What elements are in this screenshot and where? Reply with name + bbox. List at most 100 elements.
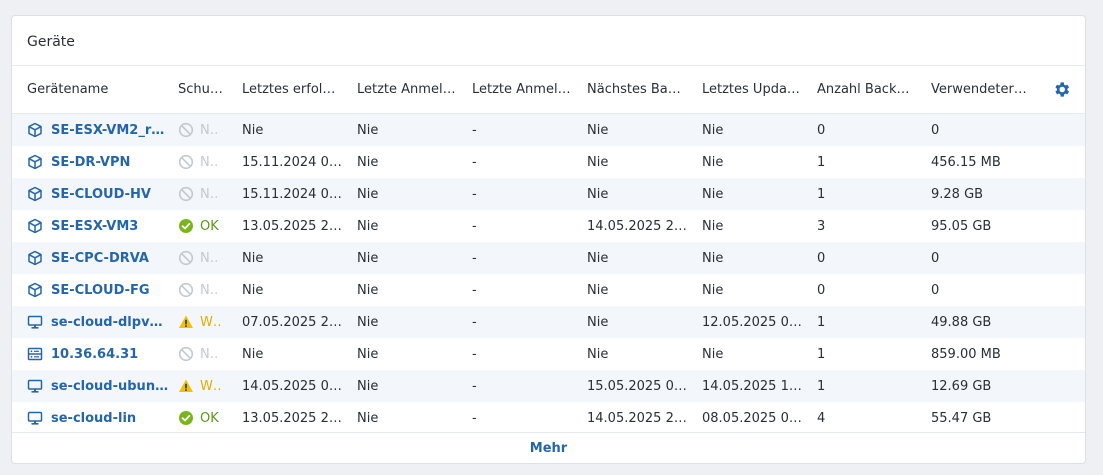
table-row[interactable]: SE-CPC-DRVA N… Nie Nie - Nie Nie 0 0 [12,242,1085,274]
device-name-link[interactable]: SE-CLOUD-FG [51,283,150,298]
device-name-cell[interactable]: se-cloud-ubun… [27,378,177,394]
device-name-cell[interactable]: SE-CLOUD-FG [27,282,177,298]
column-header-backup-count[interactable]: Anzahl Back… [817,82,925,97]
next-backup-value: Nie [587,314,609,330]
protection-status-cell: N… [178,186,228,202]
device-name-link[interactable]: 10.36.64.31 [51,347,138,362]
last-update-cell: 12.05.2025 0… [702,315,810,330]
column-header-last-login-2[interactable]: Letzte Anmel… [472,82,580,97]
device-name-link[interactable]: SE-CPC-DRVA [51,251,149,266]
next-backup-value: Nie [587,154,609,170]
next-backup-cell: 14.05.2025 2… [587,411,695,426]
backup-count-cell: 0 [817,251,925,266]
device-name-link[interactable]: SE-CLOUD-HV [51,187,151,202]
next-backup-cell: Nie [587,283,695,298]
table-row[interactable]: se-cloud-ubun… W… 14.05.2025 0… Nie - 15.05.2… [12,370,1085,402]
used-storage-cell: 95.05 GB [931,219,1041,234]
protection-status-text: N… [200,122,220,138]
device-name-link[interactable]: SE-DR-VPN [51,155,130,170]
last-update-value: Nie [702,346,724,362]
last-login-2-cell: - [472,315,580,330]
table-row[interactable]: SE-ESX-VM2_re… N… Nie Nie - Nie Nie 0 0 [12,114,1085,146]
last-success-value: Nie [242,282,264,298]
column-header-protection[interactable]: Schu… [178,82,228,97]
last-success-cell: 15.11.2024 0… [242,187,350,202]
last-login-2-value: - [472,122,477,138]
device-name-link[interactable]: se-cloud-dlpv… [51,315,163,330]
next-backup-value: 14.05.2025 2… [587,218,687,234]
backup-count-cell: 1 [817,315,925,330]
device-name-cell[interactable]: SE-ESX-VM3 [27,218,177,234]
last-login-1-cell: Nie [357,251,465,266]
device-name-link[interactable]: se-cloud-lin [51,411,136,426]
table-body: SE-ESX-VM2_re… N… Nie Nie - Nie Nie 0 0 SE-DR-VPN… [12,114,1085,434]
used-storage-cell: 0 [931,283,1041,298]
last-login-2-value: - [472,154,477,170]
device-name-cell[interactable]: SE-ESX-VM2_re… [27,122,177,138]
next-backup-cell: Nie [587,123,695,138]
table-row[interactable]: se-cloud-dlpv… W… 07.05.2025 2… Nie - Nie 12.0… [12,306,1085,338]
table-row[interactable]: SE-DR-VPN N… 15.11.2024 0… Nie - Nie Nie 1 456.1… [12,146,1085,178]
protection-status-text: N… [200,346,220,362]
last-login-1-value: Nie [357,122,379,138]
last-update-cell: Nie [702,347,810,362]
last-update-cell: 14.05.2025 1… [702,379,810,394]
table-row[interactable]: 10.36.64.31 N… Nie Nie - Nie Nie 1 859.00 MB [12,338,1085,370]
backup-count-cell: 1 [817,187,925,202]
column-header-last-update[interactable]: Letztes Upda… [702,82,810,97]
last-login-1-value: Nie [357,250,379,266]
last-update-value: Nie [702,186,724,202]
device-name-cell[interactable]: SE-CLOUD-HV [27,186,177,202]
column-header-used-storage[interactable]: Verwendeter… [931,82,1041,97]
next-backup-value: Nie [587,186,609,202]
column-header-last-login-1[interactable]: Letzte Anmel… [357,82,465,97]
last-login-2-value: - [472,186,477,202]
last-login-2-cell: - [472,283,580,298]
table-row[interactable]: SE-ESX-VM3 OK 13.05.2025 2… Nie - 14.05.2025 … [12,210,1085,242]
next-backup-cell: Nie [587,187,695,202]
last-login-1-cell: Nie [357,379,465,394]
column-header-device-name[interactable]: Gerätename [27,82,177,97]
last-success-value: Nie [242,346,264,362]
last-success-value: Nie [242,122,264,138]
device-name-link[interactable]: SE-ESX-VM2_re… [51,123,169,138]
protection-status-text: N… [200,250,220,266]
backup-count-cell: 0 [817,123,925,138]
gear-icon[interactable] [1052,80,1071,99]
device-name-cell[interactable]: SE-CPC-DRVA [27,250,177,266]
next-backup-cell: Nie [587,347,695,362]
device-name-link[interactable]: se-cloud-ubun… [51,379,168,394]
more-link[interactable]: Mehr [530,441,567,456]
last-update-value: 12.05.2025 0… [702,314,802,330]
device-name-cell[interactable]: 10.36.64.31 [27,346,177,362]
last-success-cell: Nie [242,347,350,362]
more-bar: Mehr [12,432,1085,463]
table-row[interactable]: SE-CLOUD-FG N… Nie Nie - Nie Nie 0 0 [12,274,1085,306]
table-row[interactable]: SE-CLOUD-HV N… 15.11.2024 0… Nie - Nie Nie 1 9.2… [12,178,1085,210]
devices-card: Geräte Gerätename Schu… Letztes erfol… L… [11,15,1086,464]
device-name-cell[interactable]: SE-DR-VPN [27,154,177,170]
used-storage-value: 9.28 GB [931,186,984,202]
column-header-last-success[interactable]: Letztes erfol… [242,82,350,97]
backup-count-cell: 1 [817,379,925,394]
last-update-value: 14.05.2025 1… [702,378,802,394]
next-backup-cell: Nie [587,315,695,330]
last-login-2-cell: - [472,379,580,394]
last-update-cell: 08.05.2025 0… [702,411,810,426]
vm-cube-icon [27,154,43,170]
backup-count-value: 0 [817,250,826,266]
used-storage-value: 55.47 GB [931,410,992,426]
protection-status-text: W… [200,314,220,330]
last-login-1-value: Nie [357,346,379,362]
column-header-next-backup[interactable]: Nächstes Ba… [587,82,695,97]
next-backup-value: Nie [587,122,609,138]
no-protection-icon [178,154,194,170]
table-row[interactable]: se-cloud-lin OK 13.05.2025 2… Nie - 14.05.202… [12,402,1085,434]
device-name-cell[interactable]: se-cloud-lin [27,410,177,426]
backup-count-value: 4 [817,410,826,426]
device-name-cell[interactable]: se-cloud-dlpv… [27,314,177,330]
device-name-link[interactable]: SE-ESX-VM3 [51,219,138,234]
next-backup-value: 14.05.2025 2… [587,410,687,426]
table-header: Gerätename Schu… Letztes erfol… Letzte A… [12,66,1085,114]
next-backup-value: Nie [587,346,609,362]
